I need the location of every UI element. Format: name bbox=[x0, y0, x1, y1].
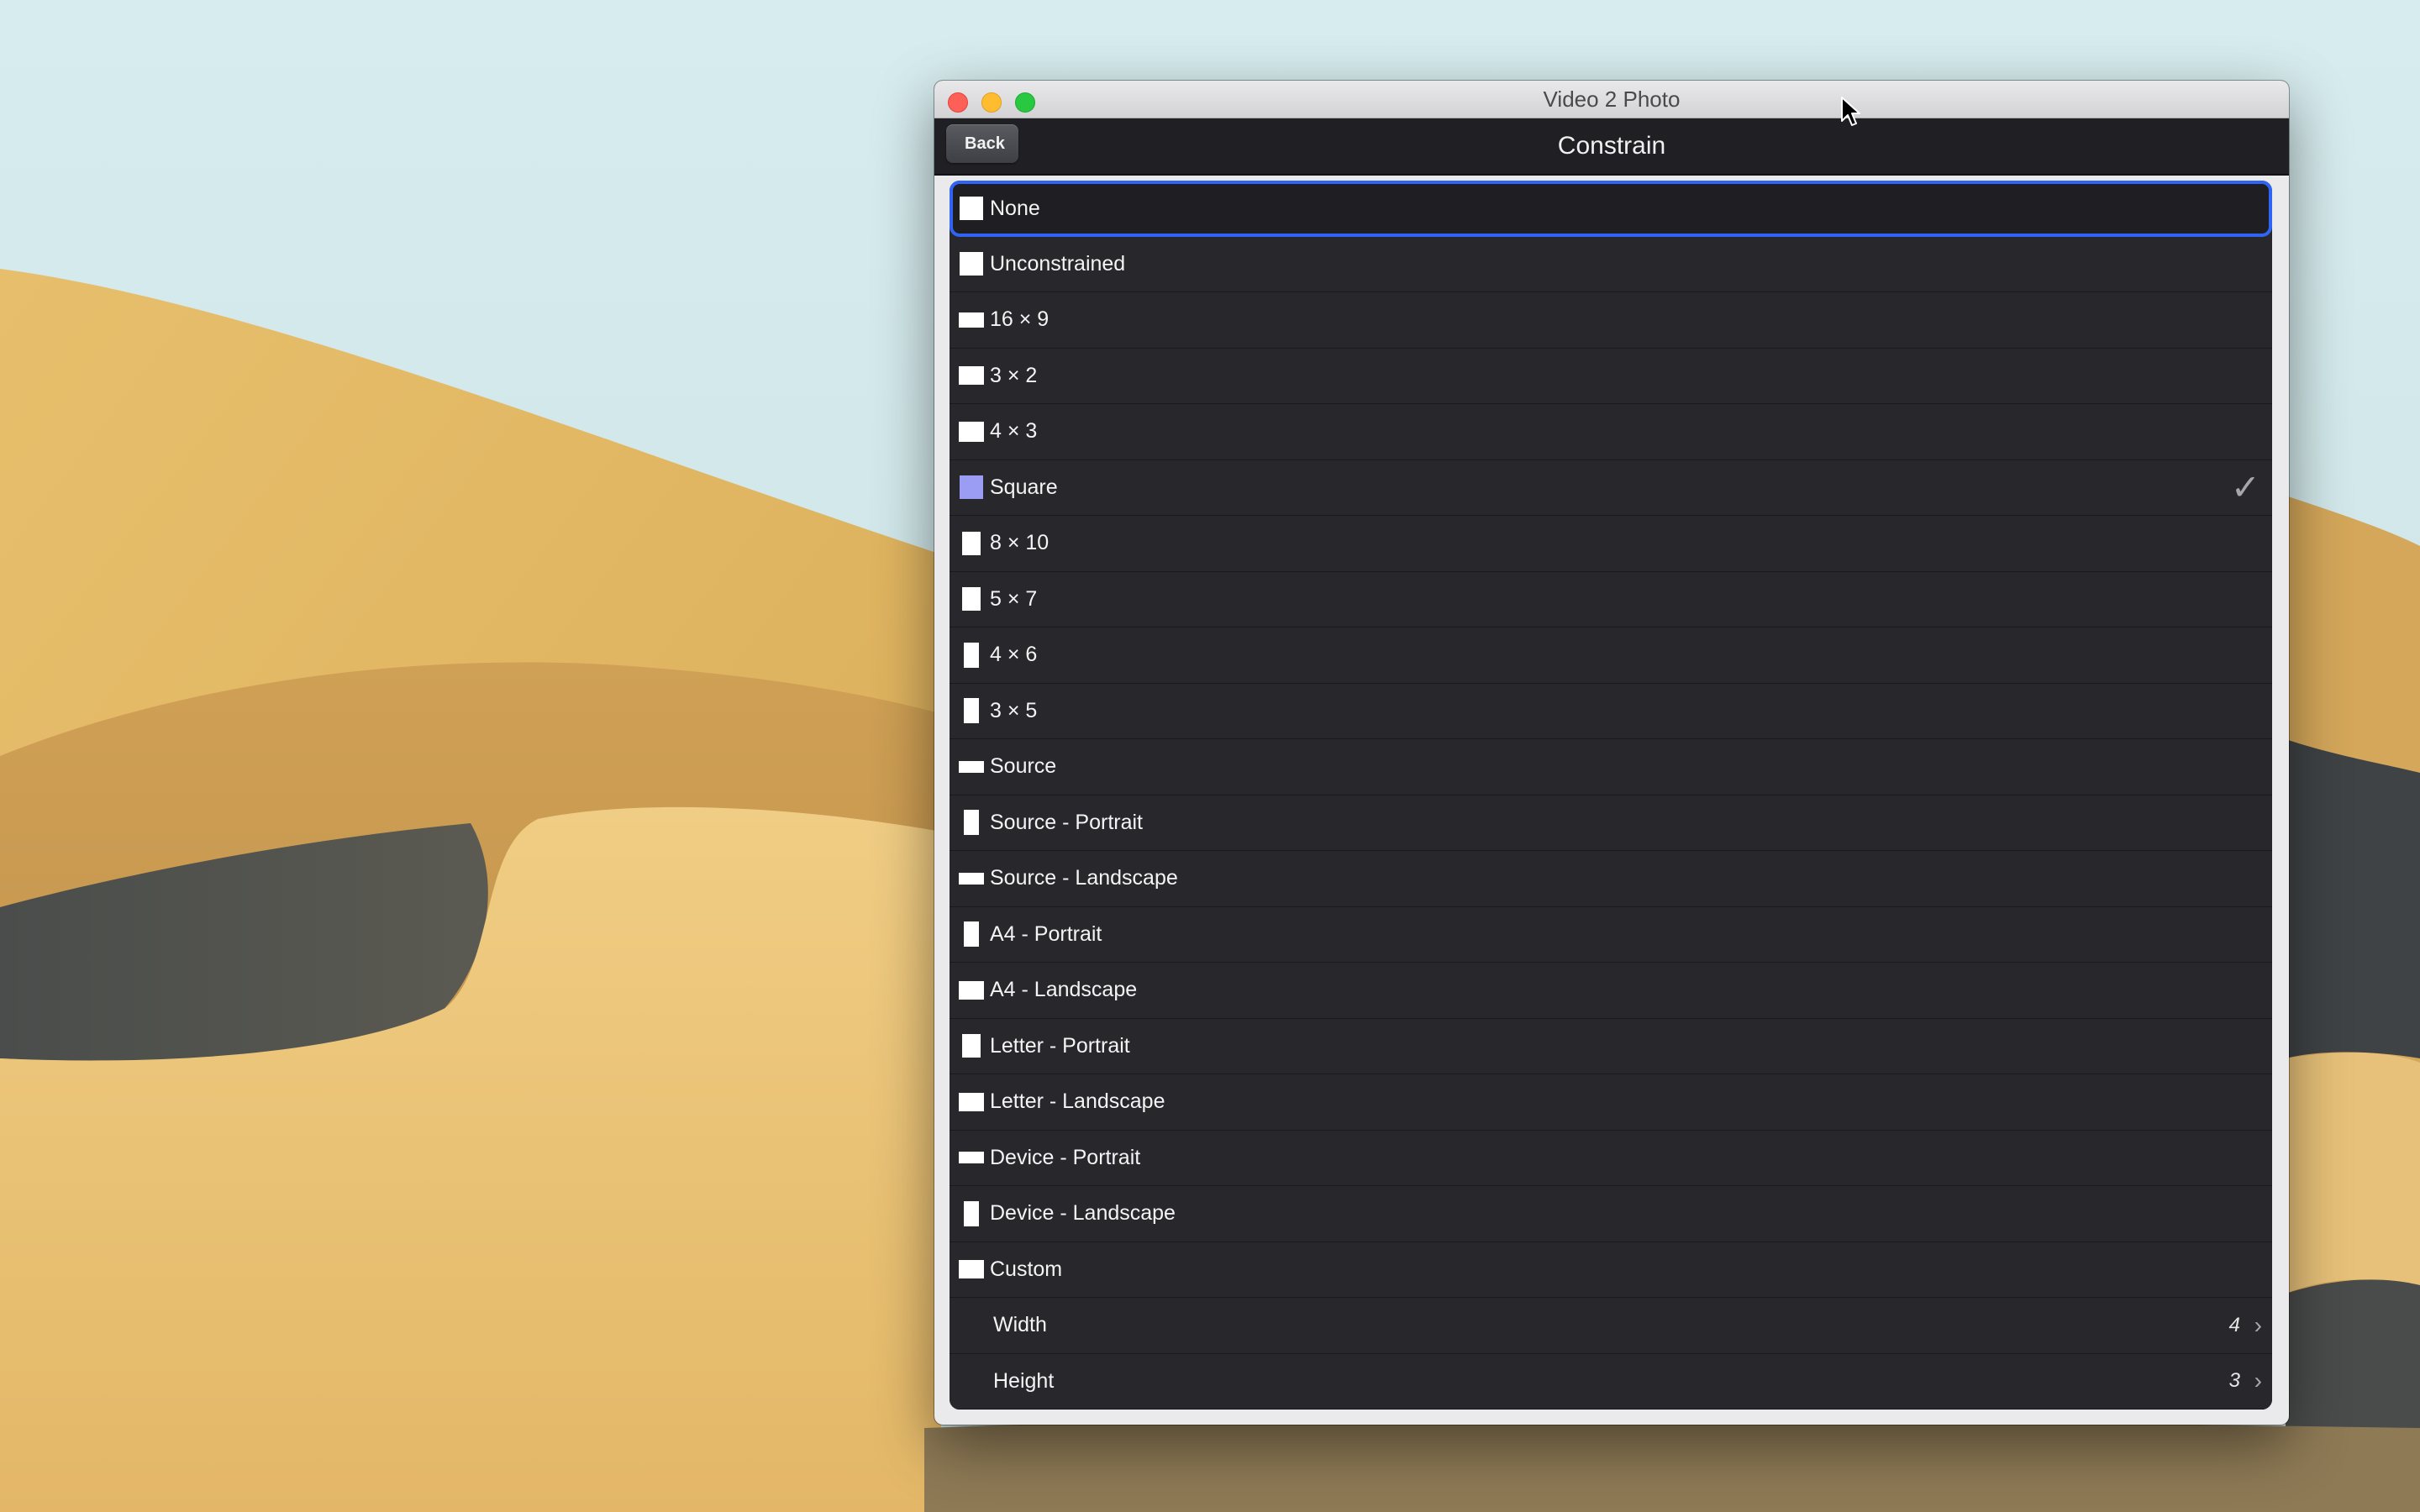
constrain-option-16-9[interactable]: 16 × 9 bbox=[950, 292, 2272, 349]
constrain-option-a4-portrait[interactable]: A4 - Portrait bbox=[950, 906, 2272, 963]
constrain-option-unconstrained[interactable]: Unconstrained bbox=[950, 236, 2272, 292]
constrain-option-4-6[interactable]: 4 × 6 bbox=[950, 627, 2272, 684]
constrain-option-3-2[interactable]: 3 × 2 bbox=[950, 348, 2272, 404]
option-label: Source - Portrait bbox=[990, 810, 1144, 834]
landscape-rectangle-icon bbox=[959, 980, 984, 1000]
page-title: Constrain bbox=[1557, 132, 1666, 160]
portrait-rectangle-icon bbox=[964, 810, 979, 836]
option-label: A4 - Portrait bbox=[990, 921, 1102, 946]
option-label: 4 × 6 bbox=[990, 643, 1038, 667]
navigation-bar: Back Constrain bbox=[934, 118, 2289, 176]
landscape-rectangle-icon bbox=[959, 1260, 984, 1279]
constrain-option-source[interactable]: Source bbox=[950, 739, 2272, 795]
content-area: None Unconstrained 16 × 9 3 × 2 4 × 3 Square ✓… bbox=[934, 176, 2289, 1425]
option-label: 8 × 10 bbox=[990, 531, 1050, 555]
chevron-right-icon: › bbox=[2254, 1311, 2262, 1338]
square-icon bbox=[960, 475, 983, 500]
desktop: Video 2 Photo Back Constrain None Unconst… bbox=[0, 0, 2420, 1512]
option-label: Letter - Landscape bbox=[990, 1089, 1165, 1114]
custom-width-row[interactable]: Width 4 › bbox=[950, 1298, 2272, 1354]
option-label: Unconstrained bbox=[990, 251, 1126, 276]
wide-rectangle-icon bbox=[959, 312, 984, 328]
window-title: Video 2 Photo bbox=[1543, 87, 1681, 112]
constrain-option-custom[interactable]: Custom bbox=[950, 1242, 2272, 1298]
option-label: Square bbox=[990, 475, 1058, 499]
portrait-rectangle-icon bbox=[964, 921, 979, 948]
custom-height-row[interactable]: Height 3 › bbox=[950, 1353, 2272, 1410]
landscape-rectangle-icon bbox=[959, 366, 984, 386]
constrain-option-5-7[interactable]: 5 × 7 bbox=[950, 571, 2272, 627]
option-label: 3 × 2 bbox=[990, 363, 1038, 387]
constrain-option-8-10[interactable]: 8 × 10 bbox=[950, 516, 2272, 572]
option-label: 5 × 7 bbox=[990, 586, 1038, 611]
portrait-rectangle-icon bbox=[964, 1200, 979, 1226]
chevron-right-icon: › bbox=[2254, 1368, 2262, 1394]
landscape-rectangle-icon bbox=[959, 1092, 984, 1111]
option-label: Custom bbox=[990, 1257, 1063, 1281]
constrain-option-source-landscape[interactable]: Source - Landscape bbox=[950, 851, 2272, 907]
constrain-option-a4-landscape[interactable]: A4 - Landscape bbox=[950, 963, 2272, 1019]
app-window: Video 2 Photo Back Constrain None Unconst… bbox=[934, 81, 2289, 1425]
option-label: 4 × 3 bbox=[990, 419, 1038, 444]
wide-rectangle-icon bbox=[959, 760, 984, 773]
custom-height-value: 3 bbox=[2228, 1369, 2240, 1393]
portrait-rectangle-icon bbox=[964, 642, 979, 668]
constrain-option-letter-portrait[interactable]: Letter - Portrait bbox=[950, 1018, 2272, 1074]
custom-width-label: Width bbox=[993, 1313, 1047, 1337]
portrait-rectangle-icon bbox=[964, 698, 979, 724]
wide-rectangle-icon bbox=[959, 872, 984, 885]
option-label: Letter - Portrait bbox=[990, 1033, 1130, 1058]
constrain-option-letter-landscape[interactable]: Letter - Landscape bbox=[950, 1074, 2272, 1131]
square-icon bbox=[960, 197, 983, 221]
option-label: 16 × 9 bbox=[990, 307, 1050, 332]
landscape-rectangle-icon bbox=[959, 421, 984, 442]
constrain-option-4-3[interactable]: 4 × 3 bbox=[950, 404, 2272, 460]
option-label: Device - Portrait bbox=[990, 1145, 1141, 1169]
constrain-option-device-landscape[interactable]: Device - Landscape bbox=[950, 1186, 2272, 1242]
constrain-options-list[interactable]: None Unconstrained 16 × 9 3 × 2 4 × 3 Square ✓… bbox=[950, 181, 2272, 1410]
wide-rectangle-icon bbox=[959, 1152, 984, 1164]
checkmark-icon: ✓ bbox=[2230, 467, 2260, 507]
option-label: None bbox=[990, 196, 1040, 220]
mouse-cursor-icon bbox=[1841, 97, 1860, 126]
option-label: A4 - Landscape bbox=[990, 978, 1138, 1002]
constrain-option-device-portrait[interactable]: Device - Portrait bbox=[950, 1130, 2272, 1186]
option-label: Source - Landscape bbox=[990, 866, 1178, 890]
portrait-rectangle-icon bbox=[962, 531, 981, 555]
title-bar[interactable]: Video 2 Photo bbox=[934, 81, 2289, 118]
constrain-option-3-5[interactable]: 3 × 5 bbox=[950, 683, 2272, 739]
constrain-option-none[interactable]: None bbox=[950, 181, 2272, 237]
option-label: Source bbox=[990, 754, 1057, 779]
constrain-option-source-portrait[interactable]: Source - Portrait bbox=[950, 795, 2272, 851]
portrait-rectangle-icon bbox=[962, 587, 981, 612]
option-label: 3 × 5 bbox=[990, 698, 1038, 722]
custom-height-label: Height bbox=[993, 1368, 1055, 1393]
portrait-rectangle-icon bbox=[962, 1034, 981, 1058]
constrain-option-square[interactable]: Square ✓ bbox=[950, 459, 2272, 516]
option-label: Device - Landscape bbox=[990, 1201, 1176, 1226]
square-icon bbox=[960, 252, 983, 276]
custom-width-value: 4 bbox=[2228, 1313, 2240, 1336]
